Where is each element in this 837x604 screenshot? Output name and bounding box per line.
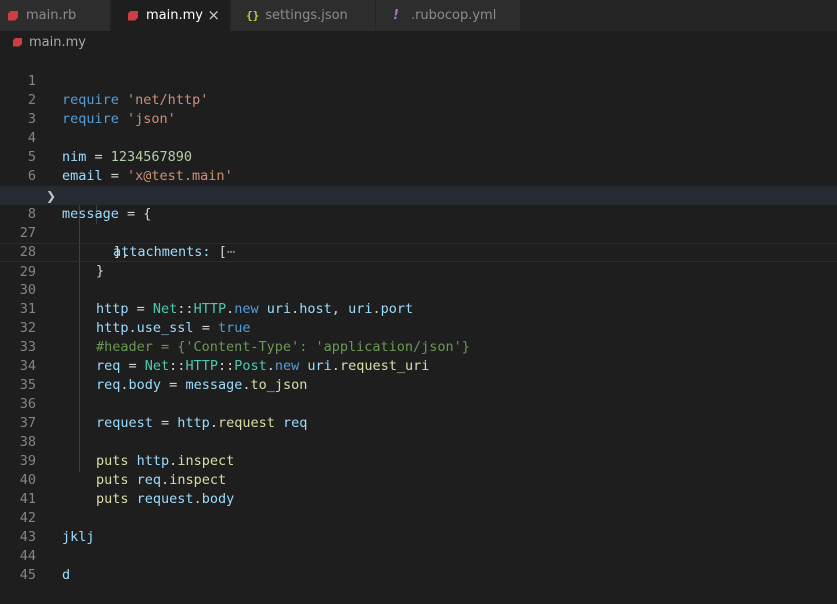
code-line-folded[interactable]: 8 ❯ attachments: [⋯ <box>0 186 837 260</box>
code-line[interactable]: 39 puts req.inspect <box>0 433 837 488</box>
code-line[interactable]: 31 http.use_ssl = true <box>0 281 837 336</box>
yaml-exclamation-icon: ! <box>393 8 399 23</box>
code-line[interactable]: 4 nim = 1234567890 <box>0 110 837 165</box>
line-number: 45 <box>19 567 36 583</box>
tab-label: main.rb <box>26 8 77 23</box>
code-token: d <box>62 567 71 583</box>
editor-tab-bar: main.rb main.my × {} settings.json ! .ru… <box>0 0 837 31</box>
breadcrumb[interactable]: main.my <box>0 31 837 53</box>
code-line[interactable]: 43 <box>0 509 837 545</box>
code-line[interactable]: 41 <box>0 471 837 507</box>
code-line[interactable]: 27 ], <box>0 205 837 260</box>
ruby-icon <box>13 37 22 47</box>
tab-main-my[interactable]: main.my × <box>111 0 231 31</box>
code-line[interactable]: 30 http = Net::HTTP.new uri.host, uri.po… <box>0 262 837 317</box>
chevron-right-icon[interactable]: ❯ <box>46 187 56 206</box>
code-line[interactable]: 45 <box>0 547 837 583</box>
code-line[interactable]: 6 <box>0 148 837 184</box>
tab-label: .rubocop.yml <box>410 8 497 23</box>
tab-rubocop-yml[interactable]: ! .rubocop.yml <box>376 0 521 31</box>
code-line[interactable]: 34 req.body = message.to_json <box>0 338 837 393</box>
tab-main-rb[interactable]: main.rb <box>0 0 111 31</box>
ruby-icon <box>128 10 138 21</box>
code-line[interactable]: 1 require 'net/http' <box>0 53 837 108</box>
code-line[interactable]: 28 } <box>0 224 837 279</box>
code-line[interactable]: 37 <box>0 395 837 431</box>
code-line[interactable]: 5 email = 'x@test.main' <box>0 129 837 184</box>
breadcrumb-file[interactable]: main.my <box>29 35 86 50</box>
tab-settings-json[interactable]: {} settings.json <box>231 0 376 31</box>
code-line[interactable]: 44 d <box>0 528 837 583</box>
code-line[interactable]: 42 jklj <box>0 490 837 545</box>
code-line[interactable]: 38 puts http.inspect <box>0 414 837 469</box>
code-line[interactable]: 40 puts request.body <box>0 452 837 507</box>
current-line[interactable]: 29 <box>0 243 837 280</box>
code-line[interactable]: 36 request = http.request req <box>0 376 837 431</box>
ruby-icon <box>8 10 18 21</box>
code-line[interactable]: 32 #header = {'Content-Type': 'applicati… <box>0 300 837 355</box>
code-editor[interactable]: 1 require 'net/http' 2 require 'json' 3 … <box>0 53 837 587</box>
tab-label: settings.json <box>265 8 348 23</box>
code-line[interactable]: 35 <box>0 357 837 393</box>
code-line[interactable]: 7 message = { <box>0 167 837 222</box>
json-braces-icon: {} <box>246 9 260 22</box>
code-line[interactable]: 2 require 'json' <box>0 72 837 127</box>
code-line[interactable]: 33 req = Net::HTTP::Post.new uri.request… <box>0 319 837 374</box>
tab-label: main.my <box>146 8 203 23</box>
close-icon[interactable]: × <box>207 7 220 23</box>
code-line[interactable]: 3 <box>0 91 837 127</box>
